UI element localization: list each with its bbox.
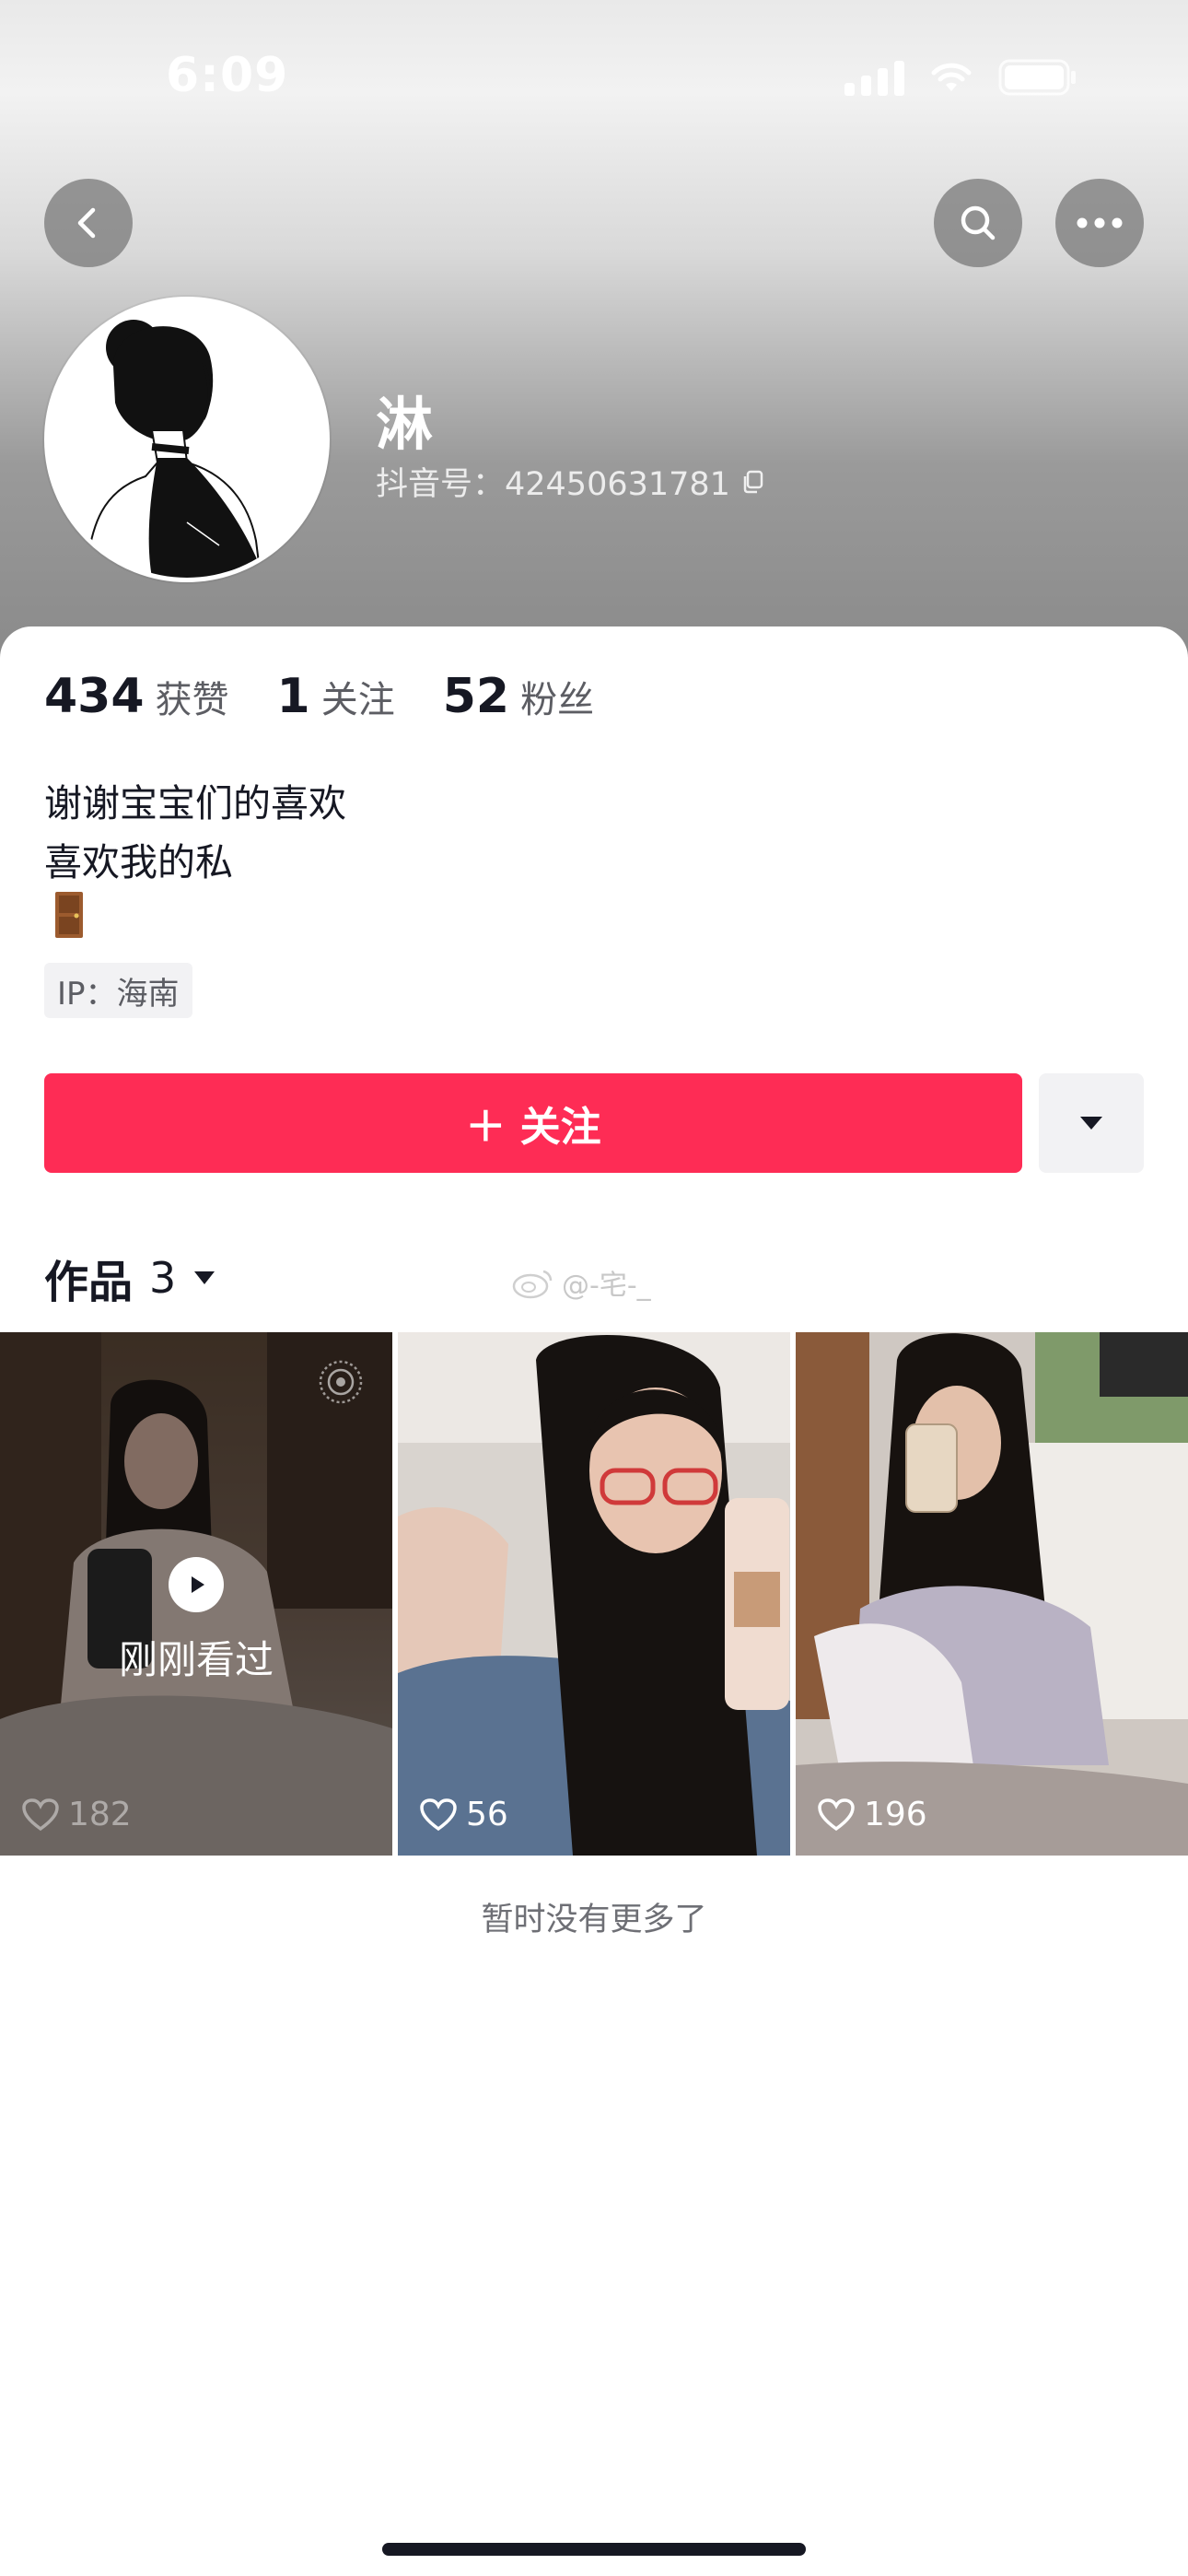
recommend-dropdown-button[interactable]: [1039, 1073, 1144, 1173]
copy-icon[interactable]: [740, 469, 765, 495]
video-likes: 56: [420, 1796, 508, 1833]
caret-down-icon: [1080, 1117, 1102, 1130]
chevron-left-icon: [77, 207, 96, 239]
stats-row: 434 获赞 1 关注 52 粉丝: [44, 669, 594, 724]
profile-page: 6:09 淋 抖音号：42450631781 434 获赞 1 关注 52 粉丝…: [0, 0, 1188, 2576]
video-likes: 182: [22, 1796, 132, 1833]
stat-label: 获赞: [155, 679, 229, 721]
douyin-id: 抖音号：42450631781: [376, 466, 730, 503]
status-time: 6:09: [166, 48, 289, 103]
play-icon: [169, 1557, 224, 1612]
likes-count: 182: [68, 1796, 132, 1833]
caret-down-icon: [194, 1271, 215, 1284]
video-tile[interactable]: 刚刚看过 182: [0, 1332, 392, 1856]
video-thumbnail: [398, 1332, 790, 1856]
more-dots-icon: [1077, 217, 1123, 228]
door-icon: [55, 892, 83, 938]
stat-value: 1: [276, 669, 310, 724]
video-thumbnail: [796, 1332, 1188, 1856]
works-count: 3: [149, 1253, 177, 1303]
tab-works[interactable]: 作品 3: [44, 1246, 216, 1310]
heart-icon: [420, 1797, 457, 1831]
status-icons: [844, 57, 1077, 98]
live-icon: [319, 1360, 363, 1404]
stat-value: 434: [44, 669, 145, 724]
no-more-text: 暂时没有更多了: [481, 1902, 707, 1938]
stat-label: 关注: [320, 679, 395, 721]
weibo-watermark: @-宅-_: [512, 1262, 651, 1303]
watermark-text: @-宅-_: [562, 1270, 651, 1302]
search-icon: [961, 205, 996, 240]
douyin-id-row[interactable]: 抖音号：42450631781: [376, 458, 765, 505]
stat-followers[interactable]: 52 粉丝: [443, 669, 594, 724]
bio: 谢谢宝宝们的喜欢 喜欢我的私: [44, 774, 346, 892]
home-indicator[interactable]: [382, 2543, 806, 2556]
stat-following[interactable]: 1 关注: [277, 669, 395, 724]
heart-icon: [22, 1797, 59, 1831]
stat-label: 粉丝: [520, 679, 595, 721]
profile-header: 6:09 淋 抖音号：42450631781: [0, 0, 1188, 663]
likes-count: 56: [466, 1796, 508, 1833]
nickname: 淋: [376, 391, 434, 458]
bio-line: 喜欢我的私: [44, 840, 233, 884]
search-button[interactable]: [934, 179, 1022, 267]
video-tile[interactable]: 196: [796, 1332, 1188, 1856]
follow-button[interactable]: ＋ 关注: [44, 1073, 1022, 1173]
video-tile[interactable]: 56: [398, 1332, 790, 1856]
bio-line: 谢谢宝宝们的喜欢: [44, 781, 346, 825]
battery-icon: [998, 59, 1077, 96]
weibo-icon: [512, 1270, 553, 1299]
back-button[interactable]: [44, 179, 133, 267]
video-likes: 196: [818, 1796, 927, 1833]
stat-likes[interactable]: 434 获赞: [44, 669, 229, 724]
avatar-illustration: [49, 301, 325, 578]
signal-icon: [844, 59, 904, 96]
more-button[interactable]: [1055, 179, 1144, 267]
stat-value: 52: [442, 669, 510, 724]
video-grid: 刚刚看过 182 56 196: [0, 1332, 1188, 1856]
wifi-icon: [930, 62, 973, 93]
ip-location-tag: IP：海南: [44, 963, 192, 1018]
works-label: 作品: [44, 1257, 134, 1308]
likes-count: 196: [864, 1796, 927, 1833]
avatar[interactable]: [44, 297, 330, 582]
recently-watched-label: 刚刚看过: [118, 1637, 274, 1682]
heart-icon: [818, 1797, 855, 1831]
